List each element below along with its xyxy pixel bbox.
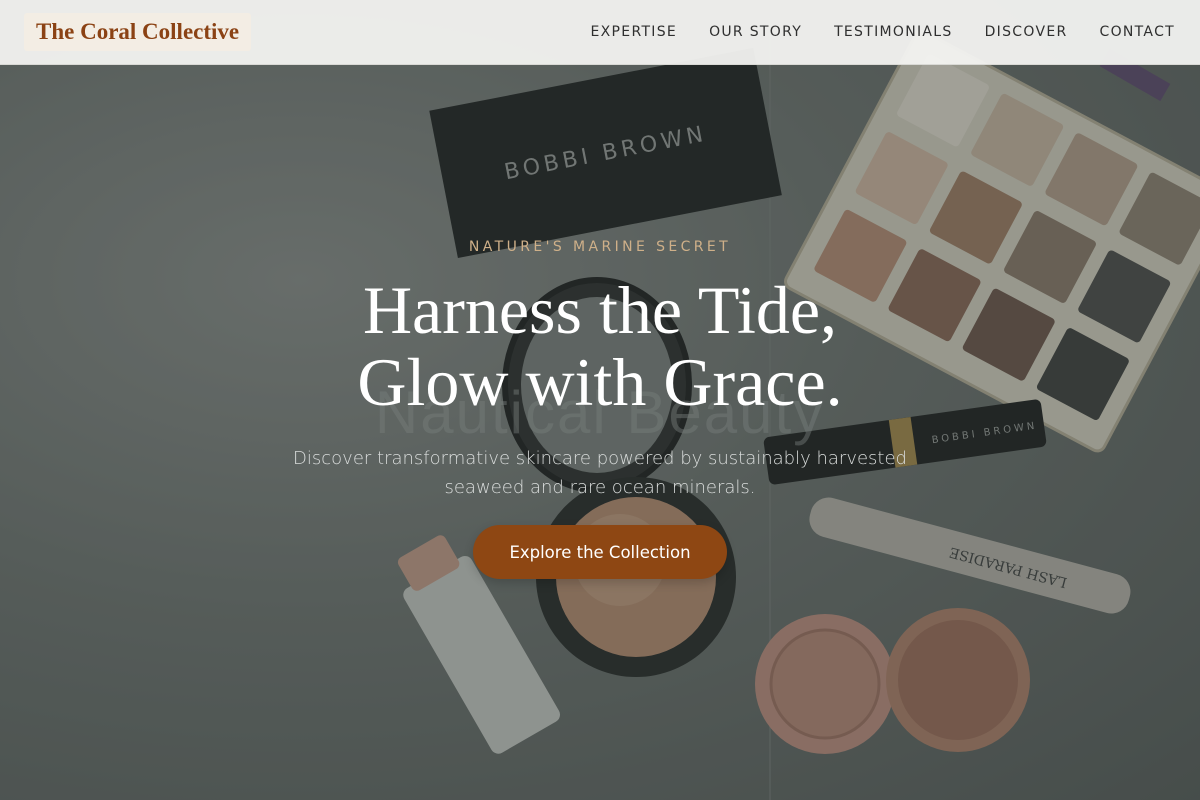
nav-link-our-story[interactable]: OUR STORY xyxy=(709,24,802,40)
nav-link-testimonials[interactable]: TESTIMONIALS xyxy=(834,24,953,40)
nav-link-discover[interactable]: DISCOVER xyxy=(985,24,1068,40)
brand-logo[interactable]: The Coral Collective xyxy=(24,13,252,51)
nav-link-expertise[interactable]: EXPERTISE xyxy=(591,24,678,40)
nav-item-expertise: EXPERTISE xyxy=(591,23,678,41)
hero-headline: Harness the Tide, Glow with Grace. xyxy=(0,274,1200,418)
nav-item-testimonials: TESTIMONIALS xyxy=(834,23,953,41)
hero-content: Nautical Beauty NATURE'S MARINE SECRET H… xyxy=(0,0,1200,800)
nav-item-contact: CONTACT xyxy=(1100,23,1176,41)
hero-headline-line-2: Glow with Grace. xyxy=(357,344,843,420)
main-menu: EXPERTISE OUR STORY TESTIMONIALS DISCOVE… xyxy=(591,23,1176,41)
hero-headline-line-1: Harness the Tide, xyxy=(362,272,838,348)
nav-item-discover: DISCOVER xyxy=(985,23,1068,41)
nav-link-contact[interactable]: CONTACT xyxy=(1100,24,1176,40)
explore-collection-button[interactable]: Explore the Collection xyxy=(473,525,727,579)
nav-item-our-story: OUR STORY xyxy=(709,23,802,41)
top-navbar: The Coral Collective EXPERTISE OUR STORY… xyxy=(0,0,1200,65)
hero-eyebrow: NATURE'S MARINE SECRET xyxy=(468,239,732,255)
hero-subtitle: Discover transformative skincare powered… xyxy=(293,448,907,498)
